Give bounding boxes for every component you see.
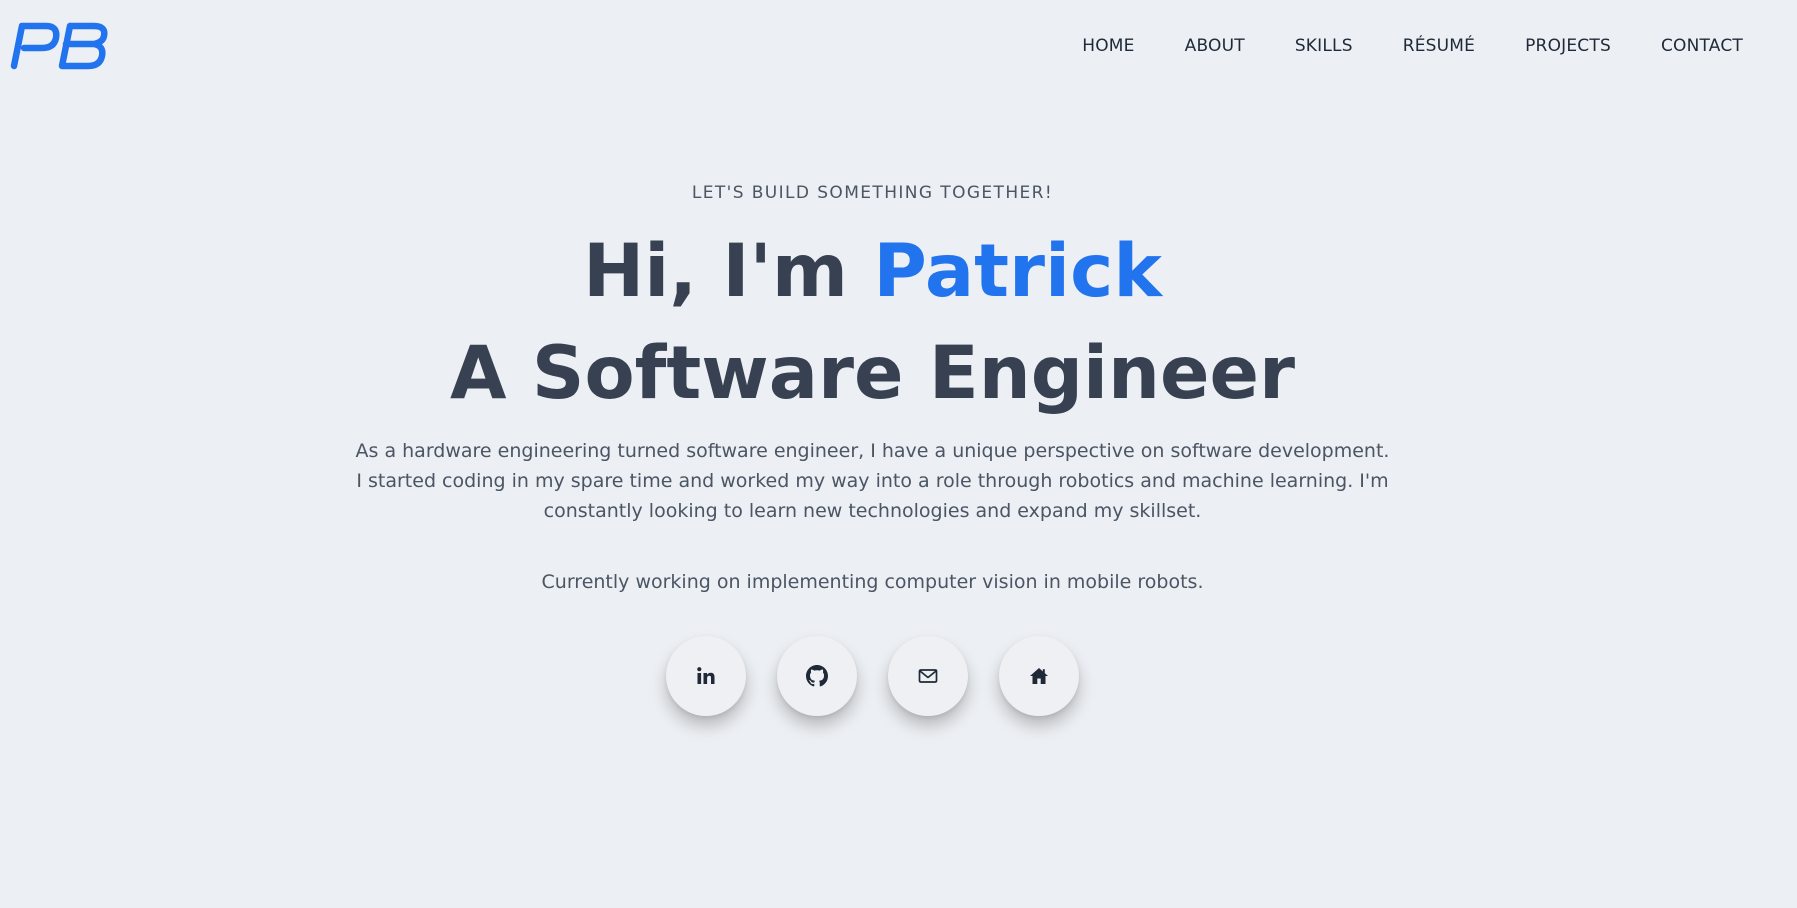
email-button[interactable]: [888, 636, 968, 716]
nav-resume[interactable]: RÉSUMÉ: [1403, 36, 1475, 56]
hero-bio: As a hardware engineering turned softwar…: [355, 440, 1390, 522]
nav-projects[interactable]: PROJECTS: [1525, 36, 1611, 56]
greeting-text: Hi, I'm: [583, 229, 874, 314]
nav-about[interactable]: ABOUT: [1185, 36, 1245, 56]
linkedin-button[interactable]: [666, 636, 746, 716]
pb-logo[interactable]: [6, 20, 108, 70]
portfolio-page: HOME ABOUT SKILLS RÉSUMÉ PROJECTS CONTAC…: [0, 0, 1797, 908]
hero-name: Patrick: [873, 229, 1162, 314]
hero-eyebrow: LET'S BUILD SOMETHING TOGETHER!: [691, 183, 1054, 203]
hero-current-work: Currently working on implementing comput…: [541, 571, 1204, 593]
social-links: [666, 636, 1079, 716]
hero-role: A Software Engineer: [449, 331, 1296, 416]
github-button[interactable]: [777, 636, 857, 716]
nav-contact[interactable]: CONTACT: [1661, 36, 1743, 56]
main-nav: HOME ABOUT SKILLS RÉSUMÉ PROJECTS CONTAC…: [1032, 36, 1743, 56]
github-icon: [806, 665, 828, 687]
linkedin-icon: [697, 667, 715, 684]
home-icon: [1030, 668, 1048, 684]
hero-greeting: Hi, I'm Patrick: [0, 222, 1745, 322]
nav-skills[interactable]: SKILLS: [1295, 36, 1353, 56]
mail-icon: [918, 669, 938, 683]
home-button[interactable]: [999, 636, 1079, 716]
nav-home[interactable]: HOME: [1082, 36, 1134, 56]
